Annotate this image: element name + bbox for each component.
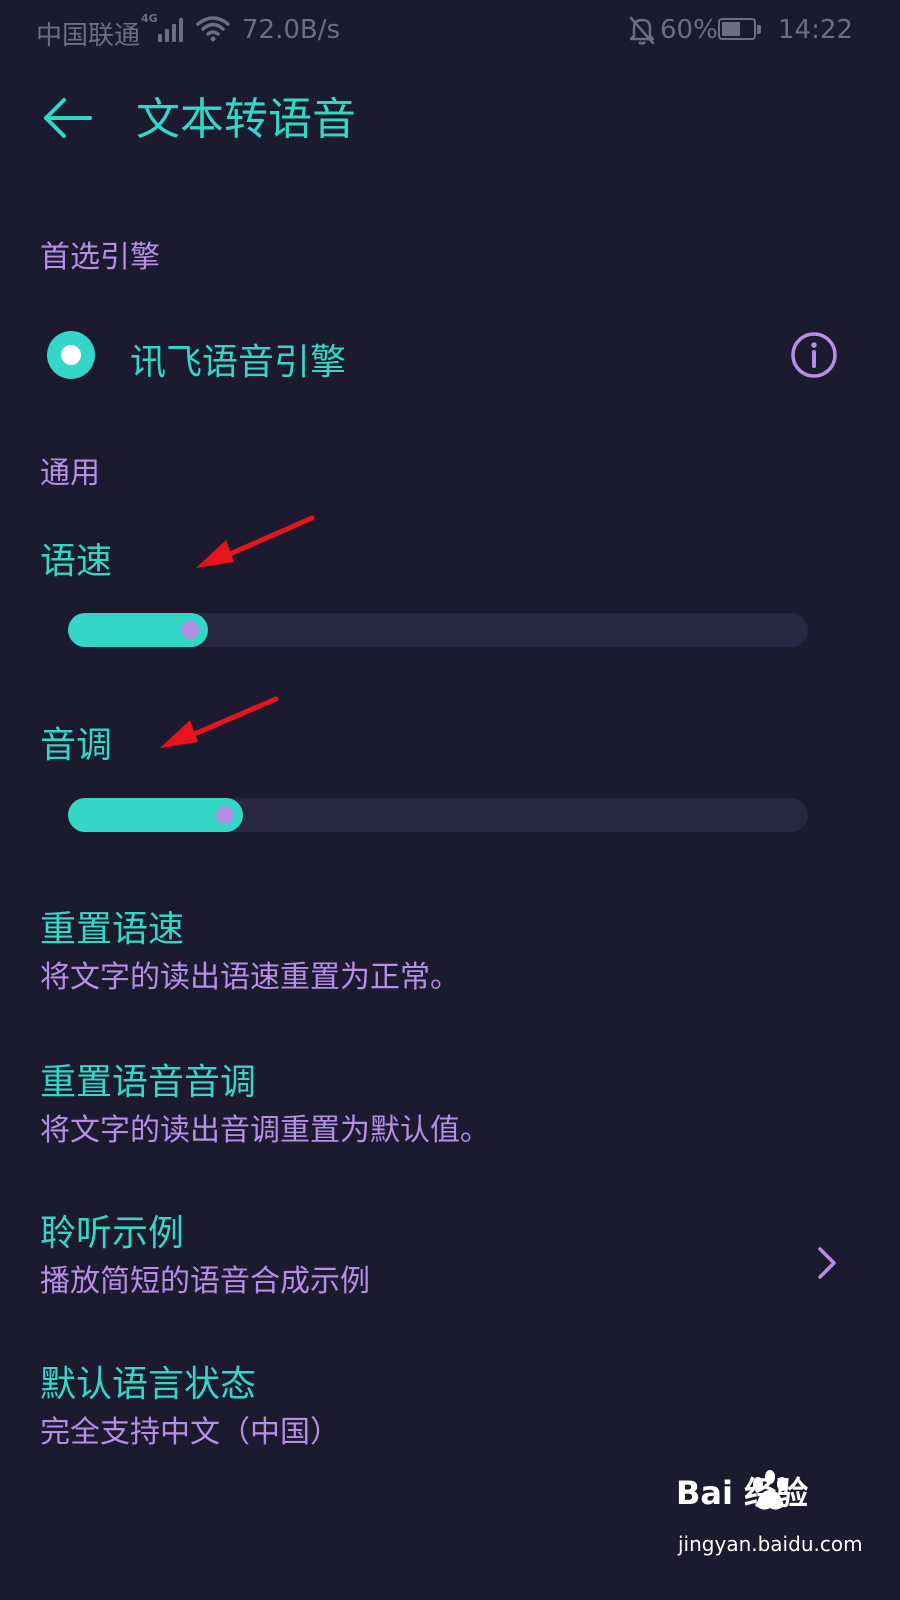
chevron-right-icon [818, 1247, 836, 1279]
engine-option-iflytek[interactable]: 讯飞语音引擎 [0, 315, 900, 405]
setting-title: 重置语音音调 [40, 1062, 257, 1103]
signal-icon [158, 16, 188, 42]
engine-label: 讯飞语音引擎 [130, 342, 347, 383]
setting-description: 将文字的读出音调重置为默认值。 [40, 1113, 490, 1148]
back-arrow-icon[interactable] [36, 90, 100, 154]
setting-description: 完全支持中文（中国） [40, 1415, 340, 1450]
setting-description: 将文字的读出语速重置为正常。 [40, 960, 460, 995]
info-icon[interactable] [790, 331, 838, 379]
radio-button-selected[interactable] [47, 331, 95, 379]
watermark-url: jingyan.baidu.com [678, 1532, 863, 1556]
tts-settings-screen: 中国联通 4G 72.0B/s 60% 14:22 文本转语音 首选引擎 讯飞语… [0, 0, 900, 1600]
network-speed: 72.0B/s [242, 15, 341, 45]
bell-muted-icon [629, 16, 655, 45]
default-language-status-item[interactable]: 默认语言状态 完全支持中文（中国） [0, 1360, 900, 1480]
speech-rate-label: 语速 [40, 541, 113, 582]
reset-pitch-item[interactable]: 重置语音音调 将文字的读出音调重置为默认值。 [0, 1058, 900, 1178]
listen-example-item[interactable]: 聆听示例 播放简短的语音合成示例 [0, 1209, 900, 1329]
slider-thumb[interactable] [181, 621, 199, 639]
clock: 14:22 [778, 15, 853, 45]
wifi-icon [196, 16, 230, 42]
setting-title: 聆听示例 [40, 1213, 185, 1254]
section-header-general: 通用 [40, 456, 100, 491]
slider-thumb[interactable] [216, 806, 234, 824]
setting-title: 重置语速 [40, 909, 185, 950]
reset-speech-rate-item[interactable]: 重置语速 将文字的读出语速重置为正常。 [0, 905, 900, 1025]
annotation-arrow-speech-rate [196, 515, 315, 568]
setting-title: 默认语言状态 [40, 1364, 257, 1405]
carrier-name: 中国联通 [36, 21, 141, 51]
watermark-brand: Bai 经验 [676, 1474, 809, 1512]
pitch-label: 音调 [40, 725, 113, 766]
page-title: 文本转语音 [136, 94, 356, 145]
baidu-jingyan-watermark: Bai 经验 jingyan.baidu.com [676, 1468, 876, 1578]
battery-percent: 60% [660, 15, 718, 45]
network-type: 4G [141, 12, 158, 25]
status-bar: 中国联通 4G 72.0B/s 60% 14:22 [0, 0, 900, 62]
annotation-arrow-pitch [160, 696, 279, 748]
battery-icon [718, 18, 762, 42]
pitch-slider[interactable] [68, 798, 808, 832]
speech-rate-slider[interactable] [68, 613, 808, 647]
section-header-preferred-engine: 首选引擎 [40, 240, 160, 275]
setting-description: 播放简短的语音合成示例 [40, 1264, 370, 1299]
